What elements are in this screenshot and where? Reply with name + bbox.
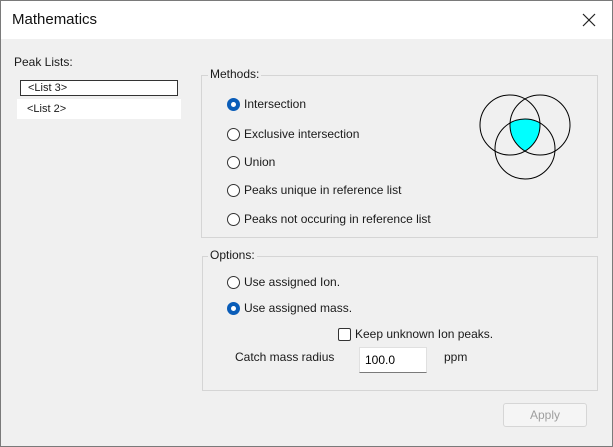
radio-label: Peaks unique in reference list <box>244 183 402 197</box>
radio-label: Peaks not occuring in reference list <box>244 212 431 226</box>
title-bar: Mathematics <box>1 1 612 39</box>
radio-button[interactable] <box>227 212 240 226</box>
close-icon <box>582 13 596 27</box>
peak-list-item[interactable]: <List 3> <box>20 80 178 96</box>
method-not-in-reference-radio[interactable]: Peaks not occuring in reference list <box>227 210 431 228</box>
keep-unknown-ion-peaks-checkbox[interactable]: Keep unknown Ion peaks. <box>338 325 493 343</box>
method-union-radio[interactable]: Union <box>227 153 275 171</box>
close-button[interactable] <box>566 1 612 39</box>
radio-label: Intersection <box>244 97 307 111</box>
options-group-label: Options: <box>208 248 257 262</box>
methods-group-label: Methods: <box>208 67 262 81</box>
checkbox[interactable] <box>338 327 351 341</box>
unit-label: ppm <box>444 350 468 364</box>
use-assigned-mass-radio[interactable]: Use assigned mass. <box>227 299 352 317</box>
apply-button[interactable]: Apply <box>503 403 587 427</box>
window-title: Mathematics <box>12 11 98 28</box>
method-unique-in-reference-radio[interactable]: Peaks unique in reference list <box>227 181 401 199</box>
radio-label: Union <box>244 155 276 169</box>
radio-button[interactable] <box>227 97 240 111</box>
radio-label: Use assigned Ion. <box>244 275 341 289</box>
radio-button[interactable] <box>227 155 240 169</box>
use-assigned-ion-radio[interactable]: Use assigned Ion. <box>227 273 340 291</box>
radio-button[interactable] <box>227 275 240 289</box>
radio-button[interactable] <box>227 301 240 315</box>
radio-button[interactable] <box>227 127 240 141</box>
venn-diagram-icon <box>479 94 571 180</box>
method-intersection-radio[interactable]: Intersection <box>227 95 306 113</box>
radio-button[interactable] <box>227 183 240 197</box>
peak-list-item[interactable]: <List 2> <box>17 99 181 119</box>
catch-mass-radius-input[interactable] <box>359 347 427 373</box>
catch-mass-radius-label: Catch mass radius <box>235 350 335 364</box>
peak-lists-label: Peak Lists: <box>14 55 73 69</box>
radio-label: Exclusive intersection <box>244 127 360 141</box>
checkbox-label: Keep unknown Ion peaks. <box>355 327 494 341</box>
radio-label: Use assigned mass. <box>244 301 353 315</box>
method-exclusive-intersection-radio[interactable]: Exclusive intersection <box>227 125 359 143</box>
mathematics-dialog: Mathematics Peak Lists: <List 3> <List 2… <box>0 0 613 447</box>
